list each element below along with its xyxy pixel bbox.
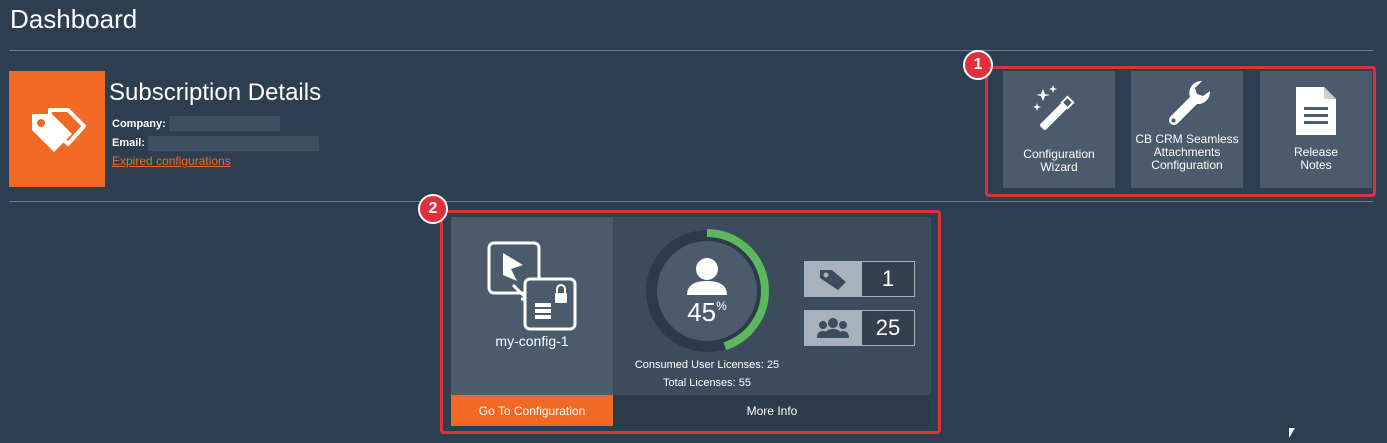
company-label: Company:	[112, 118, 166, 130]
config-name: my-config-1	[451, 334, 613, 349]
stat-users: 25	[804, 310, 915, 346]
license-donut	[645, 229, 769, 353]
stat-configurations: 1	[804, 261, 915, 297]
stat-icon-box	[804, 261, 861, 297]
config-card-license-panel: 45% Consumed User Licenses: 25 Total Lic…	[613, 217, 931, 395]
license-percent: 45	[687, 297, 717, 327]
callout-badge-1: 1	[963, 50, 993, 80]
email-label: Email:	[112, 137, 146, 149]
magic-wand-icon	[1033, 85, 1075, 130]
users-icon	[816, 318, 849, 338]
config-card-identity: my-config-1	[451, 217, 613, 395]
stat-value: 25	[861, 310, 915, 346]
header-divider	[9, 50, 1373, 51]
consumed-licenses: Consumed User Licenses: 25	[634, 359, 780, 371]
release-notes-label: Release Notes	[1293, 145, 1339, 172]
release-notes-tile[interactable]: Release Notes	[1260, 71, 1372, 188]
subscription-icon-tile	[9, 71, 105, 187]
license-percent-wrap: 45%	[643, 297, 771, 328]
go-to-configuration-button[interactable]: Go To Configuration	[451, 395, 613, 426]
wrench-icon	[1169, 80, 1211, 126]
subscription-title: Subscription Details	[109, 79, 322, 106]
page-title: Dashboard	[10, 4, 138, 34]
expired-configurations-link[interactable]: Expired configurations	[112, 154, 231, 168]
section-divider	[9, 201, 1373, 202]
configuration-wizard-label: Configuration Wizard	[1023, 147, 1095, 174]
stat-value: 1	[861, 261, 915, 297]
config-name-text: my-config-1	[495, 333, 569, 349]
mouse-cursor-icon	[1289, 428, 1295, 438]
tags-icon	[32, 108, 86, 152]
company-value-redacted	[169, 116, 280, 131]
dynamics-config-icon	[487, 241, 577, 331]
seamless-attachments-label: CB CRM Seamless Attachments Configuratio…	[1135, 132, 1239, 172]
stat-icon-box	[804, 310, 861, 346]
more-info-button[interactable]: More Info	[613, 395, 931, 426]
configuration-wizard-tile[interactable]: Configuration Wizard	[1003, 71, 1115, 188]
callout-badge-2: 2	[418, 194, 448, 224]
seamless-attachments-tile[interactable]: CB CRM Seamless Attachments Configuratio…	[1131, 71, 1243, 188]
document-icon	[1296, 87, 1336, 135]
total-licenses: Total Licenses: 55	[662, 377, 752, 389]
email-value-redacted	[148, 136, 319, 151]
percent-sign: %	[716, 299, 727, 313]
tag-icon	[819, 270, 846, 290]
